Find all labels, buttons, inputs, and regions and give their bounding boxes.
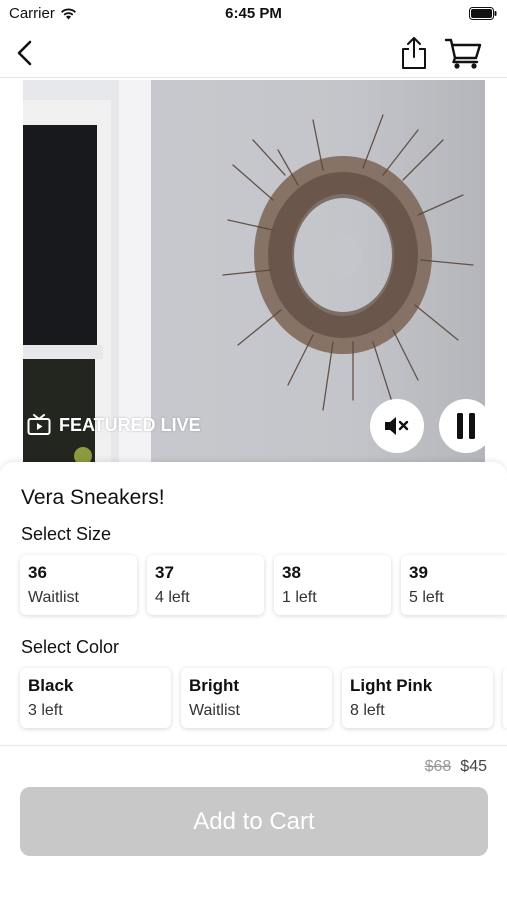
color-name: Light Pink — [350, 676, 433, 695]
original-price: $68 — [424, 758, 452, 775]
speaker-muted-icon — [385, 417, 409, 435]
size-name: 39 — [409, 563, 428, 582]
mute-button[interactable] — [370, 399, 424, 453]
featured-live-badge: FEATURED LIVE — [27, 414, 201, 436]
size-section-label: Select Size — [21, 524, 112, 544]
product-sheet: Vera Sneakers! Select Size 36 Waitlist 3… — [0, 462, 507, 900]
size-option-36[interactable]: 36 Waitlist — [20, 555, 137, 615]
product-title: Vera Sneakers! — [21, 486, 165, 509]
tv-play-icon — [27, 414, 51, 435]
add-to-cart-button[interactable]: Add to Cart — [20, 787, 488, 856]
size-stock: 5 left — [409, 589, 444, 606]
color-option-bright[interactable]: Bright Waitlist — [181, 668, 332, 728]
featured-live-label: FEATURED LIVE — [59, 414, 201, 435]
size-option-39[interactable]: 39 5 left — [401, 555, 507, 615]
color-option-black[interactable]: Black 3 left — [20, 668, 171, 728]
color-name: Black — [28, 676, 74, 695]
color-stock: 8 left — [350, 702, 385, 719]
size-stock: 4 left — [155, 589, 190, 606]
price-row: $68 $45 — [425, 758, 487, 776]
chevron-left-icon[interactable] — [10, 38, 40, 68]
color-option-partial[interactable] — [503, 668, 507, 728]
size-name: 36 — [28, 563, 47, 582]
size-option-37[interactable]: 37 4 left — [147, 555, 264, 615]
cart-icon[interactable] — [444, 36, 482, 70]
size-name: 38 — [282, 563, 301, 582]
color-section-label: Select Color — [21, 637, 120, 657]
color-stock: Waitlist — [189, 702, 240, 719]
color-option-light-pink[interactable]: Light Pink 8 left — [342, 668, 493, 728]
share-icon[interactable] — [398, 35, 430, 71]
color-name: Bright — [189, 676, 240, 695]
color-stock: 3 left — [28, 702, 63, 719]
sale-price: $45 — [460, 758, 487, 775]
nav-bar — [0, 28, 507, 78]
size-option-38[interactable]: 38 1 left — [274, 555, 391, 615]
battery-icon — [469, 7, 497, 20]
status-bar: Carrier 6:45 PM — [0, 0, 507, 28]
live-video-player[interactable]: FEATURED LIVE — [23, 80, 485, 465]
size-stock: 1 left — [282, 589, 317, 606]
pause-button[interactable] — [439, 399, 485, 453]
size-name: 37 — [155, 563, 174, 582]
status-time: 6:45 PM — [225, 5, 282, 22]
size-stock: Waitlist — [28, 589, 79, 606]
divider — [0, 745, 507, 746]
pause-icon — [457, 413, 475, 439]
